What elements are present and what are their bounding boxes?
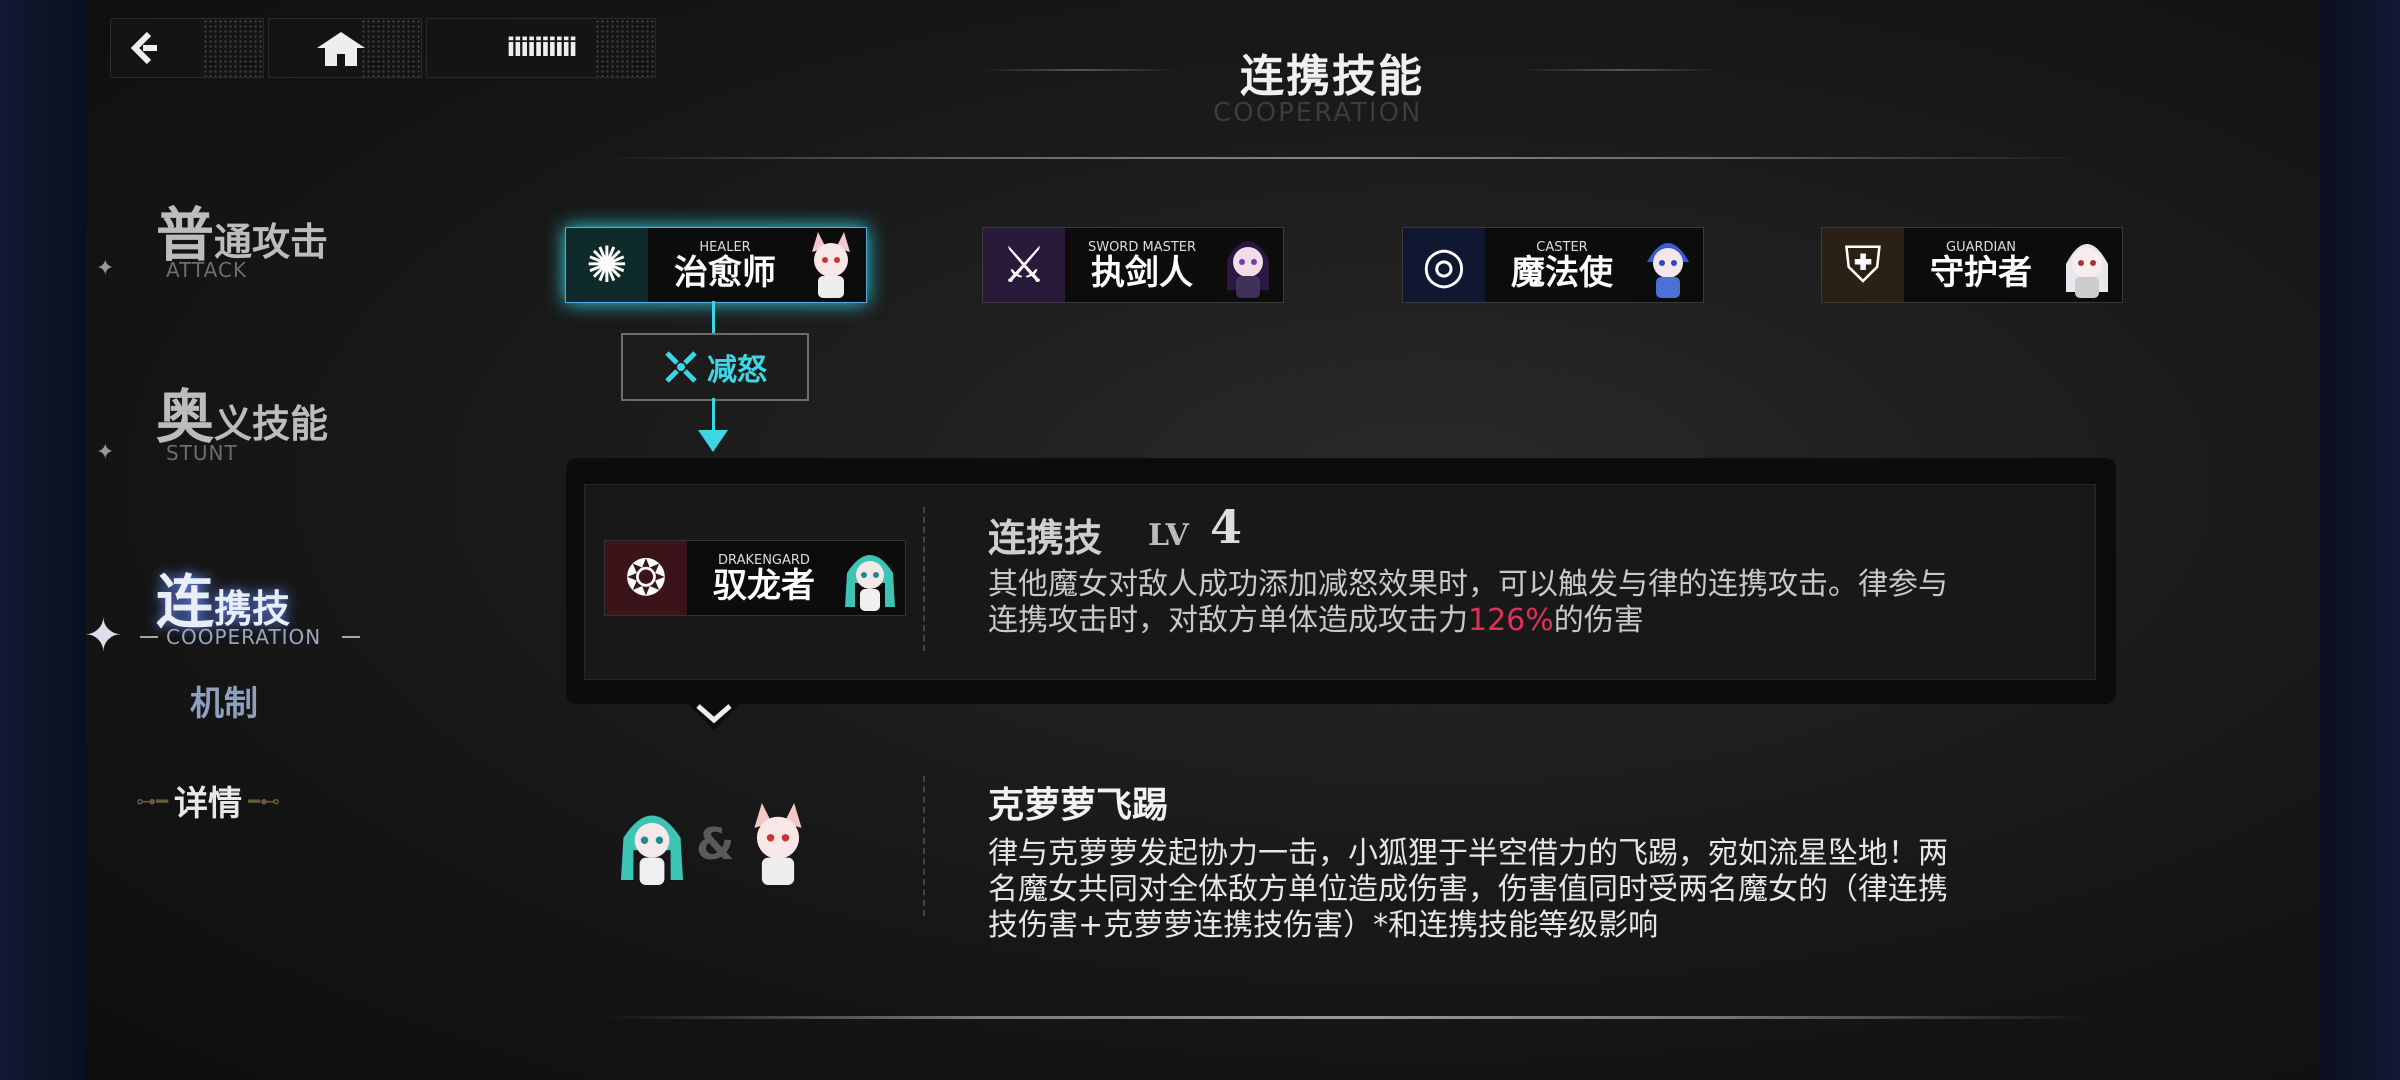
class-cn-label: 执剑人 bbox=[1091, 252, 1193, 293]
back-button[interactable] bbox=[110, 18, 264, 78]
right-bezel bbox=[2320, 0, 2400, 1080]
sword-master-emblem-icon: ⚔ bbox=[983, 228, 1065, 302]
class-en-label: HEALER bbox=[699, 239, 751, 255]
combo-desc-line2-text: 连携攻击时，对敌方单体造成攻击力 bbox=[988, 603, 1468, 638]
ornament-right-icon: ━⊷ bbox=[248, 788, 281, 813]
bottom-divider bbox=[600, 1016, 2090, 1019]
class-badge-guardian[interactable]: ⛨ GUARDIAN 守护者 bbox=[1821, 227, 2123, 303]
chevron-down-icon[interactable] bbox=[684, 700, 744, 736]
class-en-label: SWORD MASTER bbox=[1087, 239, 1197, 255]
class-en-label: CASTER bbox=[1536, 239, 1588, 255]
joint-skill-title: 克萝萝飞踢 bbox=[988, 785, 1169, 826]
sidebar-item-details-label: 详情 bbox=[174, 784, 243, 824]
class-badge-drakengard[interactable]: ❂ DRAKENGARD 驭龙者 bbox=[604, 540, 906, 616]
chibi-teal-hair-girl-icon bbox=[620, 815, 684, 885]
sidebar-stunt-rest: 义技能 bbox=[214, 402, 329, 446]
chibi-sword-girl-icon bbox=[1227, 241, 1269, 298]
guardian-emblem-icon: ⛨ bbox=[1822, 228, 1904, 302]
title-ornament-left bbox=[980, 69, 1180, 71]
joint-desc-line3: 技伤害+克萝萝连携技伤害）*和连携技能等级影响 bbox=[988, 908, 1659, 943]
combo-desc-line2-end: 的伤害 bbox=[1553, 603, 1644, 638]
page-subtitle: COOPERATION bbox=[1213, 98, 1423, 128]
joint-divider bbox=[923, 776, 925, 916]
class-cn-label: 魔法使 bbox=[1511, 252, 1613, 293]
class-badge-sword-master[interactable]: ⚔ SWORD MASTER 执剑人 bbox=[982, 227, 1284, 303]
effect-tag-reduce-rage[interactable]: 减怒 bbox=[621, 333, 809, 401]
home-button[interactable] bbox=[268, 18, 422, 78]
top-divider bbox=[600, 157, 2090, 159]
ornament-left-icon: ⊶━ bbox=[136, 788, 169, 813]
connector-arrow-icon bbox=[698, 430, 728, 452]
joint-characters: & bbox=[616, 800, 814, 888]
chibi-guardian-girl-icon bbox=[2066, 244, 2108, 298]
chibi-teal-hair-girl-icon bbox=[845, 555, 895, 611]
class-cn-label: 守护者 bbox=[1930, 252, 2032, 293]
back-arrow-icon bbox=[130, 31, 157, 65]
combo-desc-line2: 连携攻击时，对敌方单体造成攻击力126%的伤害 bbox=[988, 603, 2088, 639]
class-cn-label: 治愈师 bbox=[674, 252, 776, 293]
drakengard-emblem-icon: ❂ bbox=[605, 541, 687, 615]
left-bezel bbox=[0, 0, 86, 1080]
active-star-icon: ✦ bbox=[84, 608, 123, 662]
skill-level-label: LV bbox=[1148, 518, 1189, 553]
sidebar-item-details[interactable]: ⊶━ 详情 ━⊷ bbox=[136, 776, 280, 825]
chibi-caster-girl-icon bbox=[1647, 243, 1689, 298]
menu-button[interactable]: iiiiiiiiii bbox=[426, 18, 656, 78]
combo-skill-title: 连携技 bbox=[988, 516, 1103, 560]
combo-skill-description: 其他魔女对敌人成功添加减怒效果时，可以触发与律的连携攻击。律参与 连携攻击时，对… bbox=[988, 567, 2088, 639]
page-title: 连携技能 bbox=[1240, 51, 1424, 102]
tag-label: 减怒 bbox=[707, 353, 767, 388]
sidebar-star-icon: ✦ bbox=[96, 440, 115, 465]
sidebar-item-stunt-en: STUNT bbox=[166, 441, 238, 465]
menu-label: iiiiiiiiii bbox=[506, 33, 577, 63]
joint-skill-description: 律与克萝萝发起协力一击，小狐狸于半空借力的飞踢，宛如流星坠地！两 名魔女共同对全… bbox=[988, 836, 2108, 944]
connector-line-top bbox=[712, 301, 715, 333]
class-cn-label: 驭龙者 bbox=[713, 565, 815, 606]
combo-desc-line1: 其他魔女对敌人成功添加减怒效果时，可以触发与律的连携攻击。律参与 bbox=[988, 567, 1948, 602]
active-line-left bbox=[140, 636, 158, 638]
reduce-rage-icon bbox=[665, 351, 697, 383]
damage-percent-value: 126% bbox=[1468, 603, 1554, 638]
class-en-label: GUARDIAN bbox=[1946, 239, 2016, 255]
connector-line-bottom bbox=[712, 398, 715, 432]
chibi-fox-girl-icon bbox=[812, 232, 850, 298]
sidebar-item-mechanism[interactable]: 机制 bbox=[190, 676, 258, 725]
title-ornament-right bbox=[1520, 69, 1720, 71]
sidebar-item-attack-en: ATTACK bbox=[166, 258, 248, 282]
sidebar-item-cooperation-en: COOPERATION bbox=[166, 625, 322, 649]
home-icon bbox=[317, 32, 365, 66]
joint-desc-line2: 名魔女共同对全体敌方单位造成伤害，伤害值同时受两名魔女的（律连携 bbox=[988, 872, 1948, 907]
class-badge-caster[interactable]: ◎ CASTER 魔法使 bbox=[1402, 227, 1704, 303]
chibi-fox-girl-icon bbox=[754, 803, 802, 885]
class-en-label: DRAKENGARD bbox=[718, 552, 810, 568]
card-divider bbox=[923, 507, 925, 651]
caster-emblem-icon: ◎ bbox=[1403, 228, 1485, 302]
healer-emblem-icon: ✺ bbox=[566, 228, 648, 302]
skill-level-value: 4 bbox=[1210, 500, 1243, 554]
joint-desc-line1: 律与克萝萝发起协力一击，小狐狸于半空借力的飞踢，宛如流星坠地！两 bbox=[988, 836, 1948, 871]
class-badge-healer[interactable]: ✺ HEALER 治愈师 bbox=[565, 227, 867, 303]
active-line-right bbox=[342, 636, 360, 638]
sidebar-star-icon: ✦ bbox=[96, 256, 115, 281]
ampersand: & bbox=[696, 818, 735, 870]
